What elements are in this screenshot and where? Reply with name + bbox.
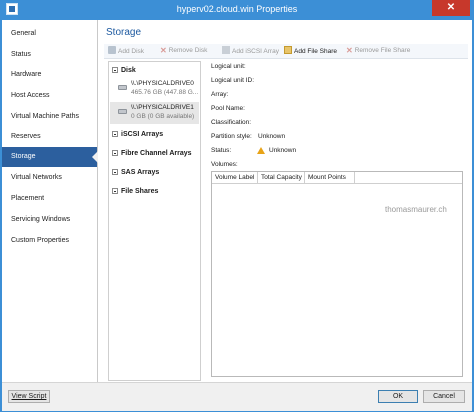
status-label: Status:: [211, 147, 232, 154]
window-title: hyperv02.cloud.win Properties: [176, 4, 298, 14]
collapse-icon[interactable]: [112, 131, 118, 137]
hard-drive-icon: [118, 85, 127, 90]
file-share-icon: [284, 46, 292, 54]
pool-name-label: Pool Name:: [211, 105, 245, 112]
view-script-button[interactable]: View Script: [8, 390, 50, 403]
logical-unit-id-label: Logical unit ID:: [211, 77, 254, 84]
sidebar-item-hardware[interactable]: Hardware: [2, 65, 97, 85]
table-header: Volume Label Total Capacity Mount Points: [212, 172, 462, 184]
sidebar-nav: General Status Hardware Host Access Virt…: [2, 20, 98, 382]
tree-node-disk[interactable]: Disk: [112, 65, 136, 76]
watermark: thomasmaurer.ch: [385, 205, 447, 214]
page-title: Storage: [106, 27, 142, 38]
drive-name: \\.\PHYSICALDRIVE1: [131, 104, 194, 111]
tree-node-fibre-channel-arrays[interactable]: Fibre Channel Arrays: [112, 148, 192, 159]
title-bar: hyperv02.cloud.win Properties ✕: [0, 0, 474, 20]
iscsi-array-icon: [222, 46, 230, 54]
drive-size: 0 GB (0 GB available): [131, 113, 195, 120]
status-value: Unknown: [269, 147, 297, 154]
add-iscsi-array-button[interactable]: Add iSCSI Array: [222, 46, 279, 56]
array-label: Array:: [211, 91, 229, 98]
dialog-footer: View Script OK Cancel: [2, 382, 472, 411]
sidebar-item-virtual-machine-paths[interactable]: Virtual Machine Paths: [2, 107, 97, 127]
sidebar-item-status[interactable]: Status: [2, 45, 97, 65]
drive-name: \\.\PHYSICALDRIVE0: [131, 80, 194, 87]
properties-window: hyperv02.cloud.win Properties ✕ General …: [0, 0, 474, 412]
remove-icon: ✕: [346, 46, 353, 55]
sidebar-item-storage[interactable]: Storage: [2, 147, 98, 167]
remove-disk-button[interactable]: ✕ Remove Disk: [160, 46, 207, 56]
storage-toolbar: Add Disk ✕ Remove Disk Add iSCSI Array Ad…: [104, 44, 468, 59]
storage-panel: Storage Add Disk ✕ Remove Disk Add iSCSI …: [98, 20, 472, 382]
column-header-volume-label[interactable]: Volume Label: [212, 172, 258, 183]
collapse-icon[interactable]: [112, 188, 118, 194]
ok-button[interactable]: OK: [378, 390, 418, 403]
add-disk-button[interactable]: Add Disk: [108, 46, 144, 56]
tree-node-disk-label: Disk: [121, 67, 136, 74]
sidebar-item-general[interactable]: General: [2, 24, 97, 44]
add-file-share-button[interactable]: Add File Share: [284, 46, 337, 56]
add-file-share-label: Add File Share: [294, 48, 337, 55]
view-script-label: View Script: [11, 393, 47, 400]
tree-node-iscsi-label: iSCSI Arrays: [121, 131, 164, 138]
add-disk-label: Add Disk: [118, 48, 145, 55]
remove-file-share-button[interactable]: ✕ Remove File Share: [346, 46, 410, 56]
drive-size: 465.76 GB (447.88 G...: [131, 89, 199, 96]
add-iscsi-label: Add iSCSI Array: [232, 48, 279, 55]
remove-file-share-label: Remove File Share: [354, 47, 411, 54]
remove-icon: ✕: [160, 46, 167, 55]
column-header-total-capacity[interactable]: Total Capacity: [258, 172, 305, 183]
list-item[interactable]: \\.\PHYSICALDRIVE1 0 GB (0 GB available): [110, 102, 199, 124]
disk-icon: [108, 46, 116, 54]
tree-node-sas-label: SAS Arrays: [121, 169, 160, 176]
tree-node-file-shares[interactable]: File Shares: [112, 186, 158, 197]
logical-unit-label: Logical unit:: [211, 63, 246, 70]
sidebar-item-placement[interactable]: Placement: [2, 189, 97, 209]
storage-tree[interactable]: Disk \\.\PHYSICALDRIVE0 465.76 GB (447.8…: [108, 61, 201, 381]
tree-node-iscsi-arrays[interactable]: iSCSI Arrays: [112, 129, 163, 140]
sidebar-item-servicing-windows[interactable]: Servicing Windows: [2, 210, 97, 230]
sidebar-item-virtual-networks[interactable]: Virtual Networks: [2, 168, 97, 188]
remove-disk-label: Remove Disk: [168, 47, 208, 54]
tree-node-fc-label: Fibre Channel Arrays: [121, 150, 192, 157]
dialog-client: General Status Hardware Host Access Virt…: [2, 20, 472, 411]
list-item[interactable]: \\.\PHYSICALDRIVE0 465.76 GB (447.88 G..…: [110, 78, 199, 100]
collapse-icon[interactable]: [112, 67, 118, 73]
partition-style-label: Partition style:: [211, 133, 252, 140]
classification-label: Classification:: [211, 119, 252, 126]
sidebar-item-host-access[interactable]: Host Access: [2, 86, 97, 106]
collapse-icon[interactable]: [112, 169, 118, 175]
close-button[interactable]: ✕: [432, 0, 470, 16]
volumes-table[interactable]: Volume Label Total Capacity Mount Points: [211, 171, 463, 377]
partition-style-value: Unknown: [258, 133, 286, 140]
tree-node-fileshares-label: File Shares: [121, 188, 159, 195]
volumes-label: Volumes:: [211, 161, 238, 168]
collapse-icon[interactable]: [112, 150, 118, 156]
sidebar-item-custom-properties[interactable]: Custom Properties: [2, 231, 97, 251]
hard-drive-icon: [118, 109, 127, 114]
tree-node-sas-arrays[interactable]: SAS Arrays: [112, 167, 159, 178]
column-header-mount-points[interactable]: Mount Points: [305, 172, 355, 183]
sidebar-item-reserves[interactable]: Reserves: [2, 127, 97, 147]
warning-icon: [257, 147, 265, 154]
cancel-button[interactable]: Cancel: [423, 390, 465, 403]
